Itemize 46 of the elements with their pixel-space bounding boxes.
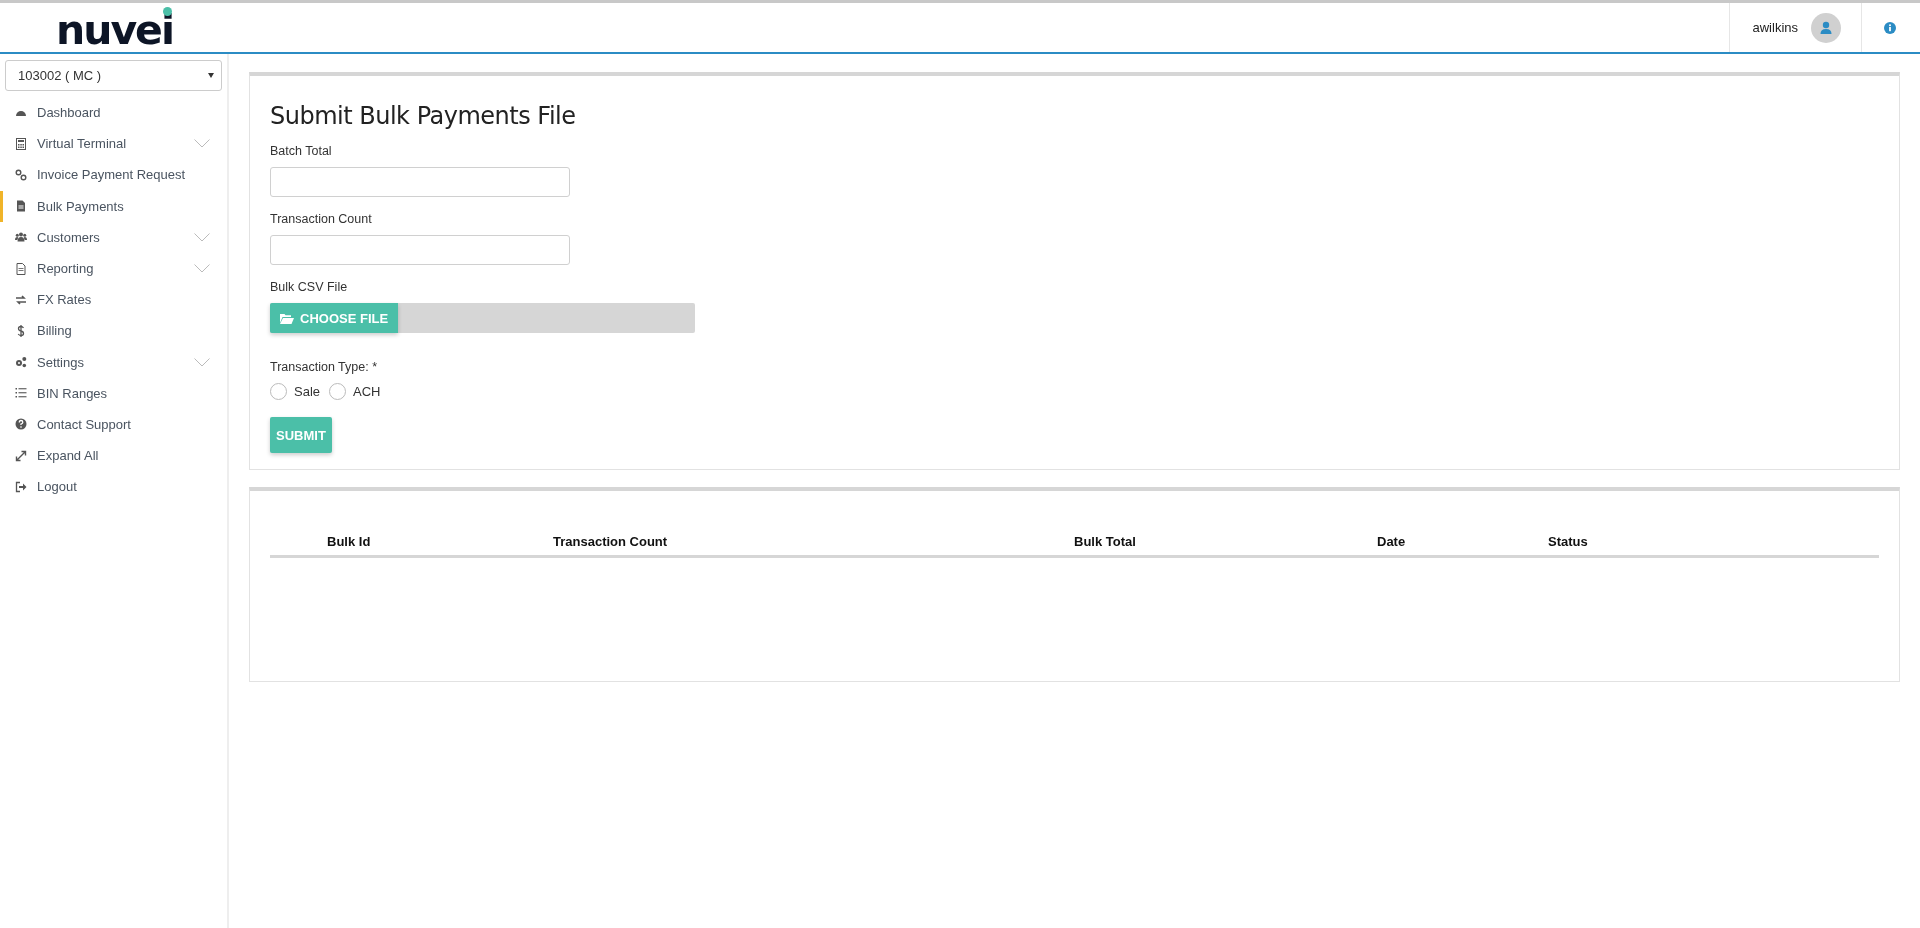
column-header[interactable]: Bulk Id (270, 534, 553, 549)
sidebar-item[interactable]: FX Rates (0, 284, 222, 316)
avatar-icon (1811, 12, 1841, 43)
column-header[interactable]: Bulk Total (1074, 534, 1377, 549)
sidebar-item[interactable]: Virtual Terminal (0, 128, 222, 160)
exchange-icon (15, 293, 27, 306)
sidebar-item[interactable]: Dashboard (0, 97, 222, 129)
sidebar-item[interactable]: BIN Ranges (0, 377, 222, 409)
batch-total-field[interactable] (270, 167, 570, 197)
info-icon[interactable] (1884, 21, 1896, 34)
cogs-icon (15, 356, 27, 369)
dollar-icon (15, 324, 27, 337)
sidebar-item[interactable]: Customers (0, 221, 222, 253)
radio-label[interactable]: ACH (353, 384, 381, 399)
column-header[interactable]: Transaction Count (553, 534, 1074, 549)
expand-icon (15, 449, 27, 462)
radio-label[interactable]: Sale (294, 384, 321, 399)
column-header[interactable]: Status (1548, 534, 1879, 549)
sidebar-item[interactable]: Expand All (0, 440, 222, 472)
column-header[interactable]: Date (1377, 534, 1548, 549)
sidebar-item[interactable]: Invoice Payment Request (0, 159, 222, 191)
document-icon (15, 262, 27, 275)
sidebar-item[interactable]: Contact Support (0, 408, 222, 441)
sidebar-item[interactable]: Bulk Payments (0, 190, 222, 222)
account-dropdown[interactable]: 103002 ( MC ) (5, 60, 222, 91)
user-menu[interactable]: awilkins (1729, 3, 1861, 52)
field-label: Transaction Type: * (270, 360, 377, 375)
field-label: Transaction Count (270, 212, 372, 227)
sidebar-item[interactable]: Reporting (0, 252, 222, 285)
logo[interactable]: nuvei (56, 3, 173, 52)
list-icon (15, 387, 27, 400)
field-label: Batch Total (270, 144, 332, 159)
page-title: Submit Bulk Payments File (270, 102, 576, 130)
link-icon (15, 168, 27, 181)
logout-icon (15, 480, 27, 493)
folder-icon (280, 312, 294, 324)
sidebar-item[interactable]: Settings (0, 346, 222, 378)
transaction-count-field[interactable] (270, 235, 570, 265)
users-icon (15, 231, 27, 244)
question-icon (15, 418, 27, 431)
caret-icon (208, 73, 214, 78)
field-label: Bulk CSV File (270, 280, 348, 295)
sidebar-item[interactable]: Logout (0, 471, 222, 503)
file-icon (15, 200, 27, 213)
sidebar-item[interactable]: Billing (0, 315, 222, 347)
calculator-icon (15, 137, 27, 150)
